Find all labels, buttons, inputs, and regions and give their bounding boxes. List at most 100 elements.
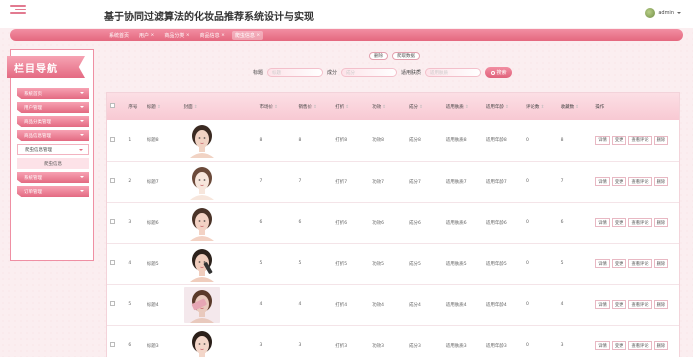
sort-icon[interactable]: ⇕: [575, 105, 579, 110]
chevron-down-icon: [80, 92, 84, 94]
sort-icon[interactable]: ⇕: [157, 105, 161, 110]
sidebar-item-label: 系统管理: [24, 175, 42, 181]
sidebar-item-3[interactable]: 商品信息管理: [17, 130, 89, 141]
user-menu[interactable]: admin: [645, 8, 681, 18]
edit-button[interactable]: 变更: [611, 341, 627, 350]
edit-button[interactable]: 变更: [611, 218, 627, 227]
product-cover-image: [183, 204, 220, 241]
delete-row-button[interactable]: 删除: [653, 218, 669, 227]
column-header[interactable]: 功效⇕: [369, 93, 406, 120]
tab-0[interactable]: 系统首页: [106, 31, 132, 40]
detail-button[interactable]: 详情: [595, 177, 610, 186]
column-header[interactable]: 打折⇕: [332, 93, 370, 120]
tab-4[interactable]: 爬虫信息 ×: [231, 30, 264, 40]
sort-icon[interactable]: ⇕: [194, 105, 198, 110]
close-icon[interactable]: ×: [221, 33, 225, 38]
sort-icon[interactable]: ⇕: [540, 105, 544, 110]
row-actions-cell: 详情 变更 查看评论 删除: [592, 202, 679, 244]
sidebar-item-0[interactable]: 系统首页: [17, 88, 89, 99]
search-button[interactable]: 搜索: [485, 67, 513, 78]
view-comments-button[interactable]: 查看评论: [628, 259, 652, 268]
tab-2[interactable]: 商品分类 ×: [161, 31, 192, 40]
sort-icon[interactable]: ⇕: [345, 105, 349, 110]
delete-row-button[interactable]: 删除: [653, 259, 669, 268]
close-icon[interactable]: ×: [256, 33, 260, 38]
column-header[interactable]: 操作: [592, 93, 679, 120]
view-comments-button[interactable]: 查看评论: [628, 218, 652, 227]
delete-row-button[interactable]: 删除: [653, 341, 669, 350]
cell-favs: 5: [557, 243, 593, 285]
sidebar-item-5[interactable]: 爬虫信息: [17, 158, 89, 169]
cell-comments: 0: [522, 284, 558, 326]
crawl-data-button[interactable]: 爬取数据: [392, 52, 420, 60]
row-checkbox[interactable]: [110, 342, 115, 347]
tab-1[interactable]: 用户 ×: [136, 31, 157, 40]
sidebar-item-label: 商品分类管理: [24, 119, 51, 125]
row-checkbox[interactable]: [110, 301, 115, 306]
column-header[interactable]: 标题⇕: [143, 93, 181, 120]
view-comments-button[interactable]: 查看评论: [628, 135, 652, 145]
sort-icon[interactable]: ⇕: [505, 105, 509, 110]
column-header[interactable]: 市场价⇕: [256, 93, 296, 120]
sidebar-item-4[interactable]: 爬虫信息管理: [17, 144, 89, 155]
cell-effect: 功效5: [369, 243, 406, 285]
tab-label: 商品分类: [164, 32, 185, 39]
sidebar-item-7[interactable]: 订单管理: [17, 186, 89, 197]
column-header[interactable]: 适用肤质⇕: [442, 93, 483, 120]
column-header[interactable]: 适用年龄⇕: [482, 93, 523, 120]
detail-button[interactable]: 详情: [595, 341, 610, 350]
edit-button[interactable]: 变更: [611, 300, 627, 309]
delete-row-button[interactable]: 删除: [653, 300, 669, 309]
select-all-checkbox[interactable]: [110, 103, 115, 108]
row-checkbox[interactable]: [110, 219, 115, 224]
view-comments-button[interactable]: 查看评论: [628, 177, 652, 186]
ingredient-search-input[interactable]: 成分: [341, 68, 398, 77]
detail-button[interactable]: 详情: [595, 300, 610, 309]
edit-button[interactable]: 变更: [611, 135, 627, 145]
sidebar-item-label: 订单管理: [24, 189, 42, 195]
detail-button[interactable]: 详情: [595, 218, 610, 227]
detail-button[interactable]: 详情: [595, 135, 610, 145]
sort-icon[interactable]: ⇕: [313, 105, 317, 110]
column-header[interactable]: 评论数⇕: [522, 93, 558, 120]
edit-button[interactable]: 变更: [611, 259, 627, 268]
menu-toggle-icon[interactable]: [10, 3, 26, 17]
cell-idx: 2: [125, 161, 144, 203]
view-comments-button[interactable]: 查看评论: [628, 341, 652, 350]
tab-3[interactable]: 商品信息 ×: [197, 31, 228, 40]
sidebar-item-6[interactable]: 系统管理: [17, 172, 89, 183]
title-search-input[interactable]: 标题: [267, 68, 324, 77]
column-header-label: 操作: [595, 104, 605, 110]
sidebar-item-1[interactable]: 用户管理: [17, 102, 89, 113]
column-header[interactable]: 序号: [125, 93, 144, 120]
cell-age: 适用年龄3: [482, 325, 523, 357]
cell-idx: 6: [125, 325, 144, 357]
product-cover-image: [183, 245, 220, 282]
cover-cell: [180, 284, 257, 326]
skin-type-search-input[interactable]: 适用肤质: [425, 68, 482, 77]
close-icon[interactable]: ×: [186, 33, 190, 38]
cell-sale: 5: [295, 243, 333, 285]
delete-row-button[interactable]: 删除: [653, 135, 669, 145]
sort-icon[interactable]: ⇕: [419, 105, 423, 110]
sort-icon[interactable]: ⇕: [274, 105, 278, 110]
column-header[interactable]: 收藏数⇕: [557, 93, 593, 120]
close-icon[interactable]: ×: [151, 33, 155, 38]
row-checkbox[interactable]: [110, 178, 115, 183]
delete-row-button[interactable]: 删除: [653, 177, 669, 186]
edit-button[interactable]: 变更: [611, 177, 627, 186]
cell-title: 标题5: [143, 243, 181, 285]
view-comments-button[interactable]: 查看评论: [628, 300, 652, 309]
sidebar-item-2[interactable]: 商品分类管理: [17, 116, 89, 127]
row-checkbox[interactable]: [110, 136, 115, 142]
sort-icon[interactable]: ⇕: [465, 105, 469, 110]
detail-button[interactable]: 详情: [595, 259, 610, 268]
row-checkbox[interactable]: [110, 260, 115, 265]
delete-button[interactable]: 删除: [369, 52, 388, 60]
sort-icon[interactable]: ⇕: [382, 105, 386, 110]
search-bar: 标题 标题 成分 成分 适用肤质 适用肤质 搜索: [253, 67, 513, 78]
column-header[interactable]: 成分⇕: [405, 93, 443, 120]
column-header[interactable]: 销售价⇕: [295, 93, 333, 120]
row-select-cell: [107, 325, 126, 357]
column-header[interactable]: 封面⇕: [180, 93, 257, 120]
